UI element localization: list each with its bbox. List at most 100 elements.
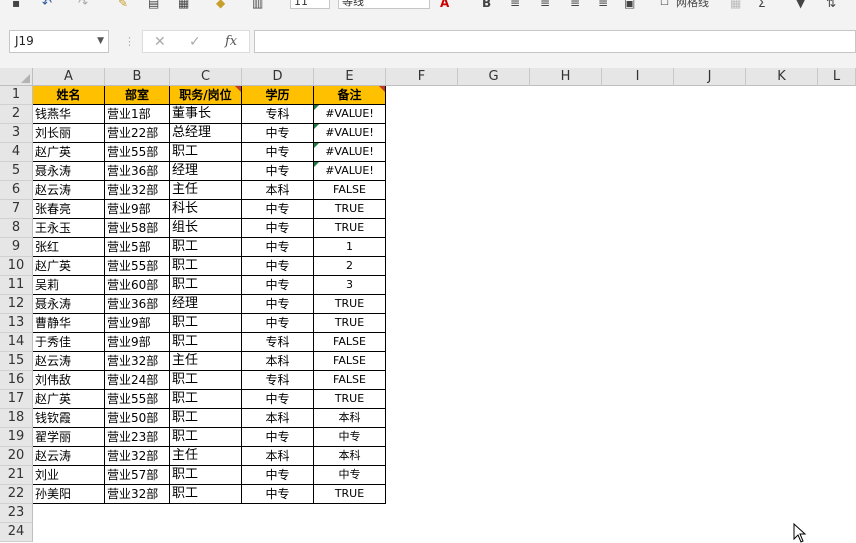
table-cell[interactable]: 吴莉 [33, 276, 105, 295]
table-cell[interactable]: 职工 [170, 466, 242, 485]
column-header-B[interactable]: B [105, 68, 170, 86]
table-cell[interactable]: 职工 [170, 371, 242, 390]
table-cell[interactable]: 组长 [170, 219, 242, 238]
row-header-12[interactable]: 12 [0, 295, 33, 314]
table-cell[interactable]: 主任 [170, 352, 242, 371]
align-justify-icon[interactable]: ≡ [570, 0, 580, 11]
column-header-C[interactable]: C [170, 68, 242, 86]
header-cell[interactable]: 部室 [105, 86, 170, 105]
table-cell[interactable]: TRUE [314, 219, 386, 238]
table-cell[interactable]: 刘业 [33, 466, 105, 485]
table-cell[interactable]: 营业58部 [105, 219, 170, 238]
table-cell[interactable]: 营业36部 [105, 295, 170, 314]
enter-icon[interactable]: ✓ [189, 32, 201, 52]
table-cell[interactable]: 经理 [170, 162, 242, 181]
table-cell[interactable]: 营业36部 [105, 162, 170, 181]
row-header-10[interactable]: 10 [0, 257, 33, 276]
table-cell[interactable]: 职工 [170, 314, 242, 333]
align-right-icon[interactable]: ≡ [598, 0, 608, 11]
format-painter-icon[interactable]: ✎ [118, 0, 128, 11]
table-cell[interactable]: 职工 [170, 390, 242, 409]
table-cell[interactable]: 营业24部 [105, 371, 170, 390]
undo-icon[interactable]: ↶ [42, 0, 52, 11]
header-cell[interactable]: 职务/岗位 [170, 86, 242, 105]
row-header-8[interactable]: 8 [0, 219, 33, 238]
row-header-4[interactable]: 4 [0, 143, 33, 162]
row-header-14[interactable]: 14 [0, 333, 33, 352]
table-cell[interactable]: 刘伟敌 [33, 371, 105, 390]
table-cell[interactable]: 营业57部 [105, 466, 170, 485]
row-header-24[interactable]: 24 [0, 523, 33, 542]
row-header-17[interactable]: 17 [0, 390, 33, 409]
row-header-15[interactable]: 15 [0, 352, 33, 371]
header-cell[interactable]: 学历 [242, 86, 314, 105]
table-cell[interactable]: 翟学丽 [33, 428, 105, 447]
font-color-icon[interactable]: A [440, 0, 449, 11]
table-cell[interactable]: 营业32部 [105, 447, 170, 466]
table-cell[interactable]: 曹静华 [33, 314, 105, 333]
redo-icon[interactable]: ↷ [78, 0, 88, 11]
table-cell[interactable]: 专科 [242, 371, 314, 390]
row-header-20[interactable]: 20 [0, 447, 33, 466]
chevron-down-icon[interactable]: ▼ [97, 31, 104, 52]
table-cell[interactable]: 于秀佳 [33, 333, 105, 352]
table-cell[interactable]: 职工 [170, 485, 242, 504]
table-cell[interactable]: TRUE [314, 295, 386, 314]
table-cell[interactable]: 营业22部 [105, 124, 170, 143]
cancel-icon[interactable]: ✕ [154, 32, 166, 52]
error-indicator-icon[interactable] [314, 105, 319, 110]
row-header-7[interactable]: 7 [0, 200, 33, 219]
table-cell[interactable]: 本科 [314, 447, 386, 466]
table-cell[interactable]: 2 [314, 257, 386, 276]
table-cell[interactable]: 本科 [242, 352, 314, 371]
table-cell[interactable]: 专科 [242, 333, 314, 352]
table-cell[interactable]: #VALUE! [314, 143, 386, 162]
table-cell[interactable]: 营业1部 [105, 105, 170, 124]
column-header-E[interactable]: E [314, 68, 386, 86]
row-header-13[interactable]: 13 [0, 314, 33, 333]
table-cell[interactable]: 职工 [170, 428, 242, 447]
row-header-23[interactable]: 23 [0, 504, 33, 523]
table-cell[interactable]: 中专 [242, 314, 314, 333]
table-cell[interactable]: 中专 [242, 143, 314, 162]
column-header-D[interactable]: D [242, 68, 314, 86]
error-indicator-icon[interactable] [314, 143, 319, 148]
header-cell[interactable]: 姓名 [33, 86, 105, 105]
table-cell[interactable]: 职工 [170, 333, 242, 352]
table-cell[interactable]: 营业55部 [105, 143, 170, 162]
column-header-J[interactable]: J [674, 68, 746, 86]
table-cell[interactable]: 张春亮 [33, 200, 105, 219]
table-cell[interactable]: 营业32部 [105, 352, 170, 371]
column-header-G[interactable]: G [458, 68, 530, 86]
table-cell[interactable]: 董事长 [170, 105, 242, 124]
table-cell[interactable]: 中专 [242, 219, 314, 238]
table-cell[interactable]: 科长 [170, 200, 242, 219]
table-cell[interactable]: 营业60部 [105, 276, 170, 295]
table-cell[interactable]: 中专 [314, 466, 386, 485]
table-cell[interactable]: 3 [314, 276, 386, 295]
table-cell[interactable]: 营业9部 [105, 200, 170, 219]
fill-color-icon[interactable]: ◆ [216, 0, 225, 11]
insert-function-icon[interactable]: fx [225, 32, 237, 52]
table-cell[interactable]: 营业32部 [105, 181, 170, 200]
table-cell[interactable]: 聂永涛 [33, 162, 105, 181]
table-cell[interactable]: 营业55部 [105, 390, 170, 409]
table-cell[interactable]: 营业50部 [105, 409, 170, 428]
table-cell[interactable]: 营业5部 [105, 238, 170, 257]
header-cell[interactable]: 备注 [314, 86, 386, 105]
row-header-16[interactable]: 16 [0, 371, 33, 390]
row-header-2[interactable]: 2 [0, 105, 33, 124]
table-cell[interactable]: 赵广英 [33, 143, 105, 162]
table-cell[interactable]: TRUE [314, 314, 386, 333]
row-header-5[interactable]: 5 [0, 162, 33, 181]
table-cell[interactable]: 中专 [242, 124, 314, 143]
column-header-H[interactable]: H [530, 68, 602, 86]
table-cell[interactable]: 营业9部 [105, 314, 170, 333]
filter-icon[interactable]: ▼ [796, 0, 805, 11]
borders-icon[interactable]: ▦ [178, 0, 189, 11]
column-header-I[interactable]: I [602, 68, 674, 86]
grid-icon[interactable]: ▦ [730, 0, 741, 11]
table-icon[interactable]: ▥ [252, 0, 263, 11]
table-cell[interactable]: 中专 [242, 257, 314, 276]
table-cell[interactable]: 赵云涛 [33, 181, 105, 200]
